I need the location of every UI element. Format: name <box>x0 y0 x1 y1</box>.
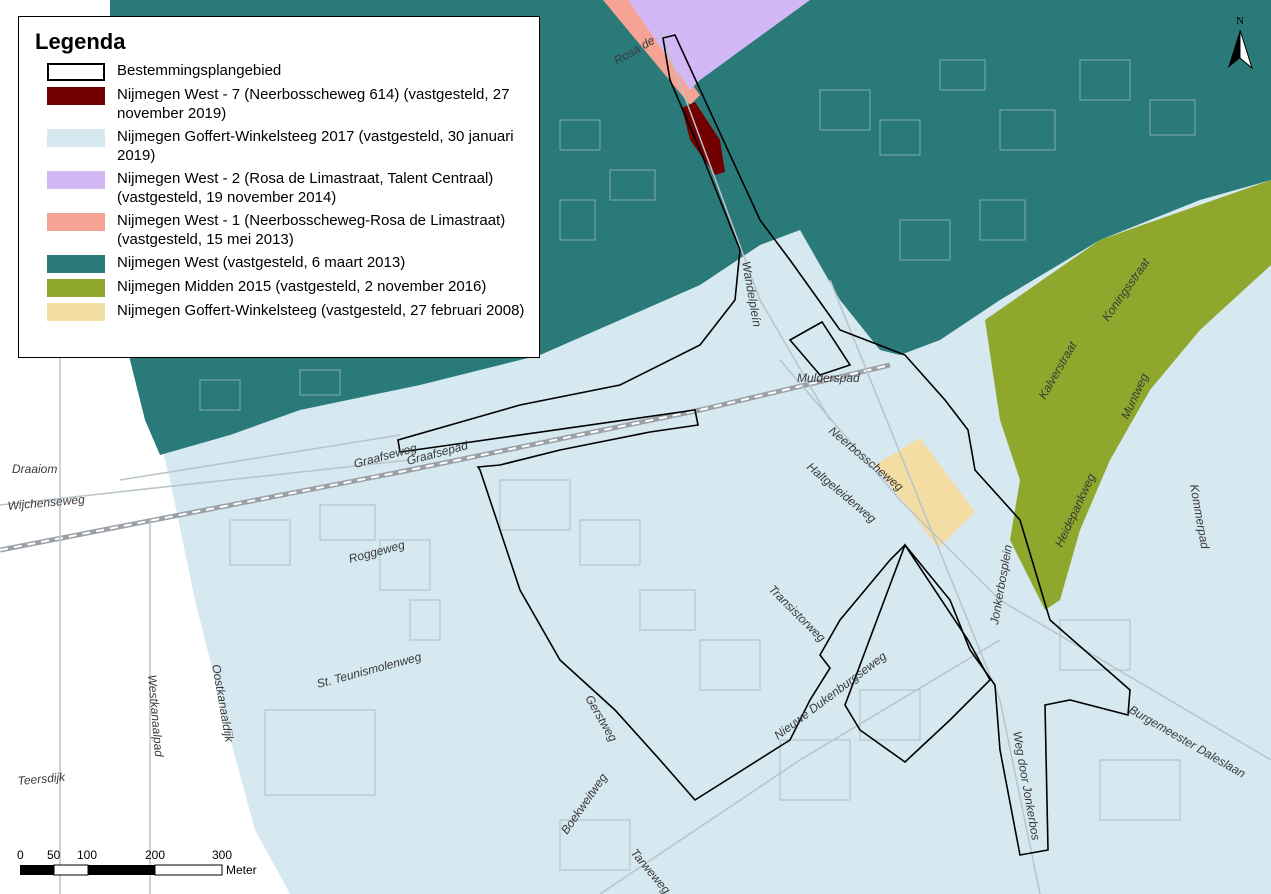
legend-swatch-west <box>47 255 105 273</box>
legend-item-plan-area: Bestemmingsplangebied <box>33 61 525 81</box>
legend-swatch-plan-area <box>47 63 105 81</box>
legend-label-goffert-2008: Nijmegen Goffert-Winkelsteeg (vastgestel… <box>117 302 525 319</box>
legend: Legenda Bestemmingsplangebied Nijmegen W… <box>18 16 540 358</box>
street-label-draaiom: Draaiom <box>12 462 57 476</box>
legend-swatch-west-2 <box>47 171 105 189</box>
legend-label-plan-area: Bestemmingsplangebied <box>117 62 282 79</box>
north-arrow-letter: N <box>1236 15 1244 27</box>
scale-tick-100: 100 <box>77 848 97 862</box>
scale-unit: Meter <box>226 863 257 877</box>
legend-swatch-west-7 <box>47 87 105 105</box>
legend-title: Legenda <box>35 29 126 54</box>
legend-item-midden-2015: Nijmegen Midden 2015 (vastgesteld, 2 nov… <box>33 277 525 297</box>
legend-label-midden-2015: Nijmegen Midden 2015 (vastgesteld, 2 nov… <box>117 278 487 295</box>
legend-swatch-midden-2015 <box>47 279 105 297</box>
street-label-mulderspad: Mulderspad <box>797 371 860 385</box>
legend-label-west-2: Nijmegen West - 2 (Rosa de Limastraat, T… <box>117 170 494 206</box>
legend-label-west: Nijmegen West (vastgesteld, 6 maart 2013… <box>117 254 406 271</box>
legend-item-goffert-2008: Nijmegen Goffert-Winkelsteeg (vastgestel… <box>33 301 525 321</box>
scale-tick-200: 200 <box>145 848 165 862</box>
legend-item-west-1: Nijmegen West - 1 (Neerbosscheweg-Rosa d… <box>33 211 525 249</box>
legend-item-west-7: Nijmegen West - 7 (Neerbosscheweg 614) (… <box>33 85 525 123</box>
legend-label-goffert-2017: Nijmegen Goffert-Winkelsteeg 2017 (vastg… <box>117 128 514 164</box>
legend-label-west-7: Nijmegen West - 7 (Neerbosscheweg 614) (… <box>117 86 510 122</box>
scale-tick-300: 300 <box>212 848 232 862</box>
legend-item-goffert-2017: Nijmegen Goffert-Winkelsteeg 2017 (vastg… <box>33 127 525 165</box>
legend-item-west: Nijmegen West (vastgesteld, 6 maart 2013… <box>33 253 525 273</box>
scale-tick-0: 0 <box>17 848 24 862</box>
scale-tick-50: 50 <box>47 848 61 862</box>
legend-swatch-goffert-2017 <box>47 129 105 147</box>
map[interactable]: Wandelpleín Mulderspad Graafseweg Graafs… <box>0 0 1271 894</box>
legend-swatch-goffert-2008 <box>47 303 105 321</box>
legend-label-west-1: Nijmegen West - 1 (Neerbosscheweg-Rosa d… <box>117 212 506 248</box>
legend-swatch-west-1 <box>47 213 105 231</box>
legend-item-west-2: Nijmegen West - 2 (Rosa de Limastraat, T… <box>33 169 525 207</box>
